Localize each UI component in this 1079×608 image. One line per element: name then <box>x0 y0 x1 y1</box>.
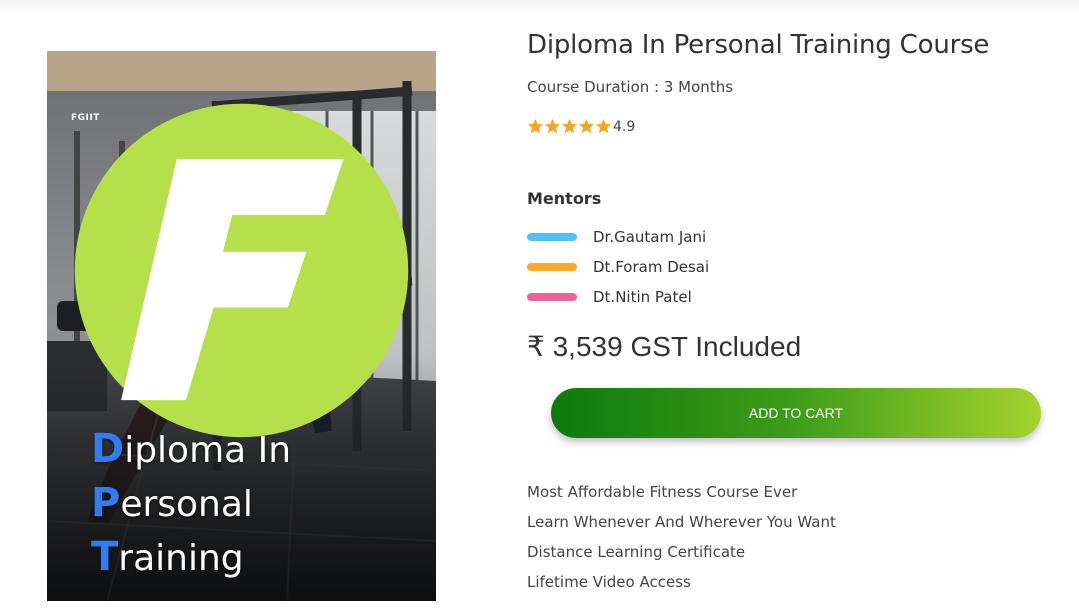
mentor-name: Dt.Foram Desai <box>593 258 710 276</box>
title-initial: T <box>91 534 119 580</box>
mentor-color-bar <box>527 293 577 301</box>
feature-item: Learn Whenever And Wherever You Want <box>527 513 836 531</box>
star-icon <box>527 118 544 134</box>
feature-item: Lifetime Video Access <box>527 573 691 591</box>
product-image: FGIIT Diploma In Personal Training <box>47 51 436 601</box>
rating-value: 4.9 <box>613 118 636 135</box>
mentor-name: Dr.Gautam Jani <box>593 228 707 246</box>
feature-item: Distance Learning Certificate <box>527 543 746 561</box>
title-initial: D <box>91 426 125 472</box>
mentor-color-bar <box>527 263 577 271</box>
title-rest: ersonal <box>120 484 253 525</box>
image-title-line-3: Training <box>91 531 291 585</box>
mentor-item: Dr.Gautam Jani <box>527 228 706 246</box>
image-title: Diploma In Personal Training <box>91 423 291 585</box>
title-rest: iploma In <box>124 430 292 471</box>
image-title-line-2: Personal <box>91 477 291 531</box>
mentor-item: Dt.Nitin Patel <box>527 288 692 306</box>
rating: 4.9 <box>527 118 635 135</box>
price: ₹ 3,539 GST Included <box>527 331 802 362</box>
rating-stars <box>527 118 612 135</box>
feature-item: Most Affordable Fitness Course Ever <box>527 483 798 501</box>
star-icon <box>544 118 561 134</box>
add-to-cart-button[interactable]: ADD TO CART <box>551 388 1041 438</box>
mentor-name: Dt.Nitin Patel <box>593 288 692 306</box>
mentors-heading: Mentors <box>527 189 602 208</box>
course-title: Diploma In Personal Training Course <box>527 30 990 60</box>
title-initial: P <box>91 480 121 526</box>
top-header-shadow <box>0 0 1079 14</box>
title-rest: raining <box>118 538 244 579</box>
star-icon <box>578 118 595 134</box>
course-duration: Course Duration : 3 Months <box>527 78 734 96</box>
mentor-item: Dt.Foram Desai <box>527 258 709 276</box>
brand-name: FGIIT <box>71 113 100 123</box>
image-title-line-1: Diploma In <box>91 423 291 477</box>
star-icon <box>561 118 578 134</box>
mentor-color-bar <box>527 233 577 241</box>
star-icon <box>595 118 612 134</box>
